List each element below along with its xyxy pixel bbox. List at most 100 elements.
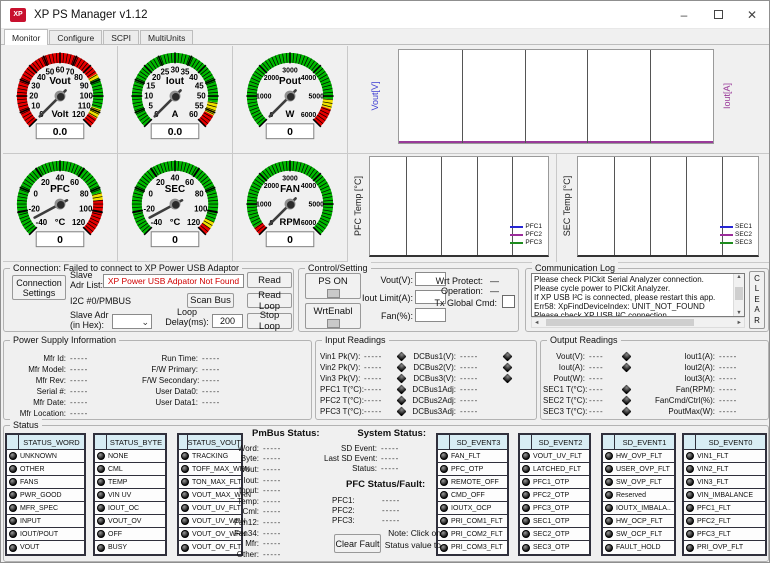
tab-configure[interactable]: Configure	[49, 30, 102, 44]
title-bar: XP XP PS Manager v1.12 – ✕	[1, 1, 769, 29]
status-row: Reserved	[603, 489, 674, 502]
field-label: Vout(V):	[543, 352, 585, 361]
tx-global-checkbox[interactable]	[502, 295, 515, 308]
status-row: SW_OVP_FLT	[603, 476, 674, 489]
field-row: Mfr Id:-----	[8, 353, 100, 364]
clear-log-button[interactable]: CLEAR	[749, 271, 765, 329]
status-row: VOUT_UV_FLT	[520, 450, 589, 463]
status-row: REMOTE_OFF	[438, 476, 507, 489]
status-table-title: SD_EVENT0	[696, 438, 765, 447]
status-led-indicator	[686, 544, 694, 552]
field-row: DCBus1Adj:-----	[412, 384, 511, 395]
communication-log-textarea[interactable]: Please check PICkit Serial Analyzer conn…	[531, 273, 745, 317]
scroll-left-icon[interactable]: ◄	[534, 320, 539, 326]
legend-label: SEC3	[735, 239, 752, 247]
status-table-header: STATUS_BYTE	[95, 435, 165, 450]
field-row: SEC2 T(°C):----	[543, 395, 630, 406]
slave-adr-dropdown[interactable]: ⌄	[112, 314, 152, 329]
status-led-indicator	[522, 504, 530, 512]
field-label: PFC1:	[332, 496, 354, 505]
read-button[interactable]: Read	[247, 272, 292, 288]
status-flag-label: IOUT/POUT	[20, 531, 58, 538]
status-led-indicator	[686, 504, 694, 512]
status-row: TOFF_MAX_WRN	[179, 463, 241, 476]
status-flag-label: PRI_OVP_FLT	[697, 544, 743, 551]
scroll-up-icon[interactable]: ▲	[736, 274, 741, 280]
status-led-indicator	[9, 478, 17, 486]
status-led-indicator	[440, 491, 448, 499]
header-spacer	[603, 435, 615, 449]
field-value: -----	[382, 496, 402, 505]
status-table-header: SD_EVENT1	[603, 435, 674, 450]
field-value: -----	[70, 365, 100, 374]
log-horizontal-scrollbar[interactable]: ◄ ►	[531, 317, 745, 328]
chart-gridline	[406, 157, 407, 255]
field-row: F/W Secondary:-----	[142, 375, 232, 386]
minimize-button[interactable]: –	[667, 1, 701, 29]
vertical-scroll-thumb[interactable]	[735, 287, 743, 300]
scan-bus-button[interactable]: Scan Bus	[187, 293, 234, 308]
status-led-indicator	[97, 491, 105, 499]
status-led-indicator	[97, 530, 105, 538]
loop-delay-input[interactable]: 200	[212, 314, 243, 328]
input-readings-caption: Input Readings	[322, 334, 389, 346]
field-label: DCBus1(V):	[412, 352, 456, 361]
status-row: OFF	[95, 528, 165, 541]
clear-fault-button[interactable]: Clear Fault	[334, 534, 381, 553]
field-label: Mfr Date:	[8, 398, 66, 407]
maximize-button[interactable]	[701, 1, 735, 29]
svg-text:5: 5	[149, 101, 154, 110]
communication-log-group: Communication Log Please check PICkit Se…	[525, 268, 769, 332]
status-diamond-indicator	[397, 363, 407, 373]
svg-text:-20: -20	[144, 204, 156, 213]
field-label: Iout1(A):	[637, 352, 715, 361]
field-label: Vin1 Pk(V):	[320, 352, 360, 361]
field-value: -----	[460, 363, 500, 372]
tab-scpi[interactable]: SCPI	[103, 30, 139, 44]
field-row: DCBus2(V): -----	[412, 362, 511, 373]
status-row: VOUT_OV_FLT	[179, 541, 241, 554]
field-label: PFC1 T(°C):	[320, 385, 360, 394]
horizontal-scroll-thumb[interactable]	[546, 319, 694, 326]
tab-multiunits[interactable]: MultiUnits	[140, 30, 193, 44]
status-flag-label: VIN1_FLT	[697, 453, 728, 460]
slave-adr-list-field[interactable]: XP Power USB Adpator Not Found	[103, 274, 244, 288]
stop-loop-button[interactable]: Stop Loop	[247, 313, 292, 329]
log-line: Please check XP USB I²C connection	[534, 311, 731, 316]
gauge-dial: 0102030405060708090100110120VoutVolt0.0	[3, 47, 117, 153]
svg-text:4000: 4000	[301, 75, 317, 82]
read-loop-button[interactable]: Read Loop	[247, 293, 292, 308]
ps-on-button[interactable]: PS ON	[305, 273, 361, 299]
svg-text:100: 100	[194, 204, 208, 213]
svg-text:W: W	[286, 107, 295, 118]
legend-label: PFC3	[525, 239, 542, 247]
fan-set-input[interactable]	[415, 308, 446, 322]
log-vertical-scrollbar[interactable]: ▲ ▼	[733, 274, 744, 316]
status-row: VOUT	[7, 541, 84, 554]
scroll-right-icon[interactable]: ►	[737, 320, 742, 326]
connection-settings-button[interactable]: Connection Settings	[12, 275, 66, 300]
wrt-enabl-button[interactable]: WrtEnabl	[305, 303, 361, 329]
legend-item: SEC1	[720, 223, 752, 231]
field-value: -----	[70, 409, 100, 418]
close-button[interactable]: ✕	[735, 1, 769, 29]
status-flag-label: PFC2_OTP	[533, 492, 569, 499]
chart-gridline	[441, 157, 442, 255]
status-byte-table: STATUS_BYTENONECMLTEMPVIN UVIOUT_OCVOUT_…	[93, 433, 167, 556]
field-row: Status:-----	[324, 463, 401, 473]
field-label: PFC2:	[332, 506, 354, 515]
field-value: ----	[589, 385, 619, 394]
status-led-indicator	[605, 530, 613, 538]
status-led-indicator	[605, 452, 613, 460]
tab-monitor[interactable]: Monitor	[4, 29, 48, 45]
status-row: VOUT_OV_WRN	[179, 528, 241, 541]
status-led-indicator	[97, 465, 105, 473]
status-diamond-indicator	[503, 352, 513, 362]
status-row: PRI_COM1_FLT	[438, 515, 507, 528]
status-led-indicator	[605, 478, 613, 486]
output-readings-group: Output Readings Vout(V):----Iout(A):----…	[540, 340, 769, 420]
field-label: DCBus2(V):	[412, 363, 456, 372]
status-row: VIN UV	[95, 489, 165, 502]
status-flag-label: SW_OCP_FLT	[616, 531, 662, 538]
scroll-down-icon[interactable]: ▼	[736, 310, 741, 316]
